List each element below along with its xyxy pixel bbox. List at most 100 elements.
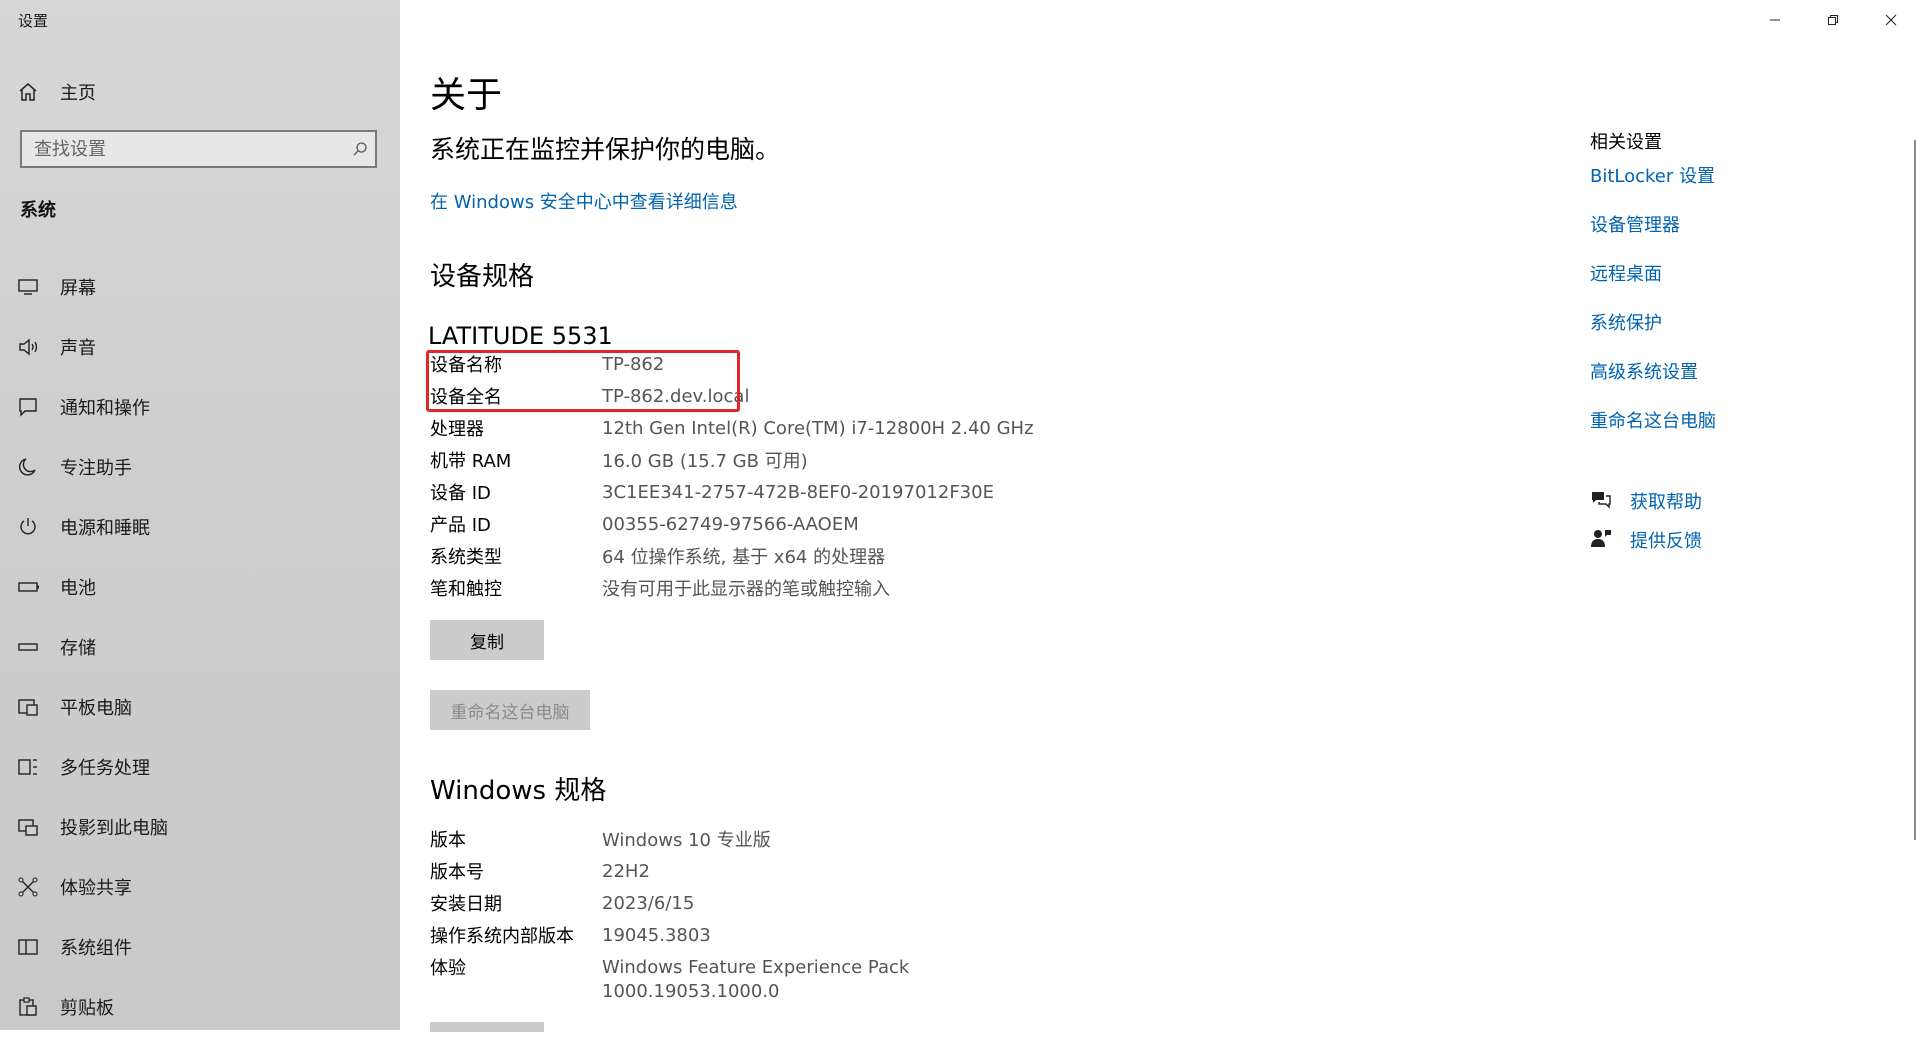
sidebar-nav: 屏幕 声音 通知和操作 专注助手 电源和睡眠 电池 存储 平板电脑 多任务处理 … (0, 257, 400, 1037)
annotation-highlight-box (426, 350, 740, 412)
spec-key: 处理器 (430, 419, 484, 440)
copy-button-partial[interactable] (430, 1022, 544, 1032)
multitask-icon (18, 757, 52, 777)
home-icon (18, 82, 52, 102)
sidebar-item-clipboard[interactable]: 剪贴板 (0, 977, 400, 1037)
sidebar-item-label: 多任务处理 (60, 758, 150, 779)
sidebar-item-tablet[interactable]: 平板电脑 (0, 677, 400, 737)
main-content: 关于 系统正在监控并保护你的电脑。 在 Windows 安全中心中查看详细信息 … (400, 0, 1920, 1032)
spec-value: 1000.19053.1000.0 (602, 980, 780, 1002)
spec-value: 22H2 (602, 860, 650, 882)
app-title: 设置 (18, 12, 49, 30)
spec-key: 系统类型 (430, 547, 502, 568)
monitor-icon (18, 278, 52, 296)
power-icon (18, 517, 52, 537)
feedback-row[interactable]: 提供反馈 (1590, 527, 1702, 553)
components-icon (18, 938, 52, 956)
advanced-system-settings-link[interactable]: 高级系统设置 (1590, 362, 1698, 383)
spec-row-processor: 处理器 12th Gen Intel(R) Core(TM) i7-12800H… (430, 416, 1034, 441)
device-manager-link[interactable]: 设备管理器 (1590, 215, 1680, 236)
restore-icon (1828, 15, 1838, 25)
sidebar-item-system-components[interactable]: 系统组件 (0, 917, 400, 977)
storage-icon (18, 642, 52, 652)
sidebar-item-home[interactable]: 主页 (0, 70, 400, 114)
moon-icon (18, 457, 52, 477)
sidebar-item-label: 电池 (60, 578, 96, 599)
sidebar-item-project[interactable]: 投影到此电脑 (0, 797, 400, 857)
remote-desktop-link[interactable]: 远程桌面 (1590, 264, 1662, 285)
sidebar-item-power-sleep[interactable]: 电源和睡眠 (0, 497, 400, 557)
feedback-link[interactable]: 提供反馈 (1630, 527, 1702, 553)
windows-spec-heading: Windows 规格 (430, 776, 607, 806)
spec-value: 12th Gen Intel(R) Core(TM) i7-12800H 2.4… (602, 417, 1034, 439)
minimize-button[interactable] (1746, 0, 1804, 40)
sidebar-item-sound[interactable]: 声音 (0, 317, 400, 377)
sidebar-item-focus-assist[interactable]: 专注助手 (0, 437, 400, 497)
device-spec-heading: 设备规格 (430, 262, 535, 292)
bitlocker-link[interactable]: BitLocker 设置 (1590, 166, 1715, 187)
share-icon (18, 877, 52, 897)
sidebar-item-label: 体验共享 (60, 878, 132, 899)
sidebar-item-display[interactable]: 屏幕 (0, 257, 400, 317)
spec-row-experience: 体验 Windows Feature Experience Pack (430, 955, 910, 980)
search-input[interactable] (22, 137, 345, 161)
related-settings-links: BitLocker 设置 设备管理器 远程桌面 系统保护 高级系统设置 重命名这… (1590, 162, 1716, 456)
spec-row-ram: 机带 RAM 16.0 GB (15.7 GB 可用) (430, 448, 808, 472)
sidebar-item-label: 主页 (60, 83, 96, 104)
spec-row-pen-touch: 笔和触控 没有可用于此显示器的笔或触控输入 (430, 576, 890, 600)
spec-value: 19045.3803 (602, 924, 711, 946)
sidebar-item-label: 声音 (60, 338, 96, 359)
sidebar-item-label: 屏幕 (60, 278, 96, 299)
sidebar-item-notifications[interactable]: 通知和操作 (0, 377, 400, 437)
copy-button[interactable]: 复制 (430, 620, 544, 660)
search-icon[interactable] (345, 141, 375, 157)
sidebar-item-label: 平板电脑 (60, 698, 132, 719)
spec-row-experience-cont: 1000.19053.1000.0 (430, 979, 780, 1003)
sidebar-item-label: 电源和睡眠 (60, 518, 150, 539)
spec-row-device-id: 设备 ID 3C1EE341-2757-472B-8EF0-20197012F3… (430, 480, 994, 505)
spec-value: 00355-62749-97566-AAOEM (602, 513, 859, 535)
spec-row-os-build: 操作系统内部版本 19045.3803 (430, 923, 711, 948)
rename-pc-link[interactable]: 重命名这台电脑 (1590, 411, 1716, 432)
sidebar-item-label: 剪贴板 (60, 998, 114, 1019)
system-protection-link[interactable]: 系统保护 (1590, 313, 1662, 334)
spec-key: 设备 ID (430, 483, 491, 504)
sidebar-item-label: 投影到此电脑 (60, 818, 168, 839)
security-center-link[interactable]: 在 Windows 安全中心中查看详细信息 (430, 188, 738, 214)
speaker-icon (18, 338, 52, 356)
spec-row-version: 版本号 22H2 (430, 859, 650, 884)
sidebar-section-title: 系统 (20, 200, 56, 221)
clipboard-icon (18, 997, 52, 1017)
sidebar-item-battery[interactable]: 电池 (0, 557, 400, 617)
spec-row-product-id: 产品 ID 00355-62749-97566-AAOEM (430, 512, 859, 537)
page-title: 关于 (430, 75, 503, 116)
rename-pc-button[interactable]: 重命名这台电脑 (430, 690, 590, 730)
protection-status: 系统正在监控并保护你的电脑。 (430, 135, 781, 164)
scrollbar[interactable] (1914, 140, 1916, 840)
spec-key: 机带 RAM (430, 451, 512, 472)
search-box[interactable] (20, 130, 377, 168)
spec-key: 安装日期 (430, 894, 502, 915)
window-controls (1746, 0, 1920, 40)
sidebar-item-shared-experiences[interactable]: 体验共享 (0, 857, 400, 917)
minimize-icon (1770, 19, 1780, 21)
spec-value: 64 位操作系统, 基于 x64 的处理器 (602, 547, 886, 568)
sidebar-item-label: 专注助手 (60, 458, 132, 479)
sidebar-item-storage[interactable]: 存储 (0, 617, 400, 677)
related-settings-title: 相关设置 (1590, 132, 1662, 153)
sidebar-item-multitasking[interactable]: 多任务处理 (0, 737, 400, 797)
spec-value: 没有可用于此显示器的笔或触控输入 (602, 579, 890, 600)
sidebar-item-label: 通知和操作 (60, 398, 150, 419)
get-help-link[interactable]: 获取帮助 (1630, 488, 1702, 514)
restore-button[interactable] (1804, 0, 1862, 40)
spec-value: 16.0 GB (15.7 GB 可用) (602, 451, 808, 472)
spec-key: 产品 ID (430, 515, 491, 536)
spec-key: 操作系统内部版本 (430, 926, 574, 947)
spec-value: 3C1EE341-2757-472B-8EF0-20197012F30E (602, 481, 994, 503)
spec-value: Windows Feature Experience Pack (602, 956, 910, 978)
close-icon (1885, 14, 1897, 26)
get-help-row[interactable]: 获取帮助 (1590, 488, 1702, 514)
spec-row-edition: 版本 Windows 10 专业版 (430, 827, 771, 851)
sidebar: 设置 主页 系统 屏幕 声音 通知和操作 专注助手 (0, 0, 400, 1030)
close-button[interactable] (1862, 0, 1920, 40)
